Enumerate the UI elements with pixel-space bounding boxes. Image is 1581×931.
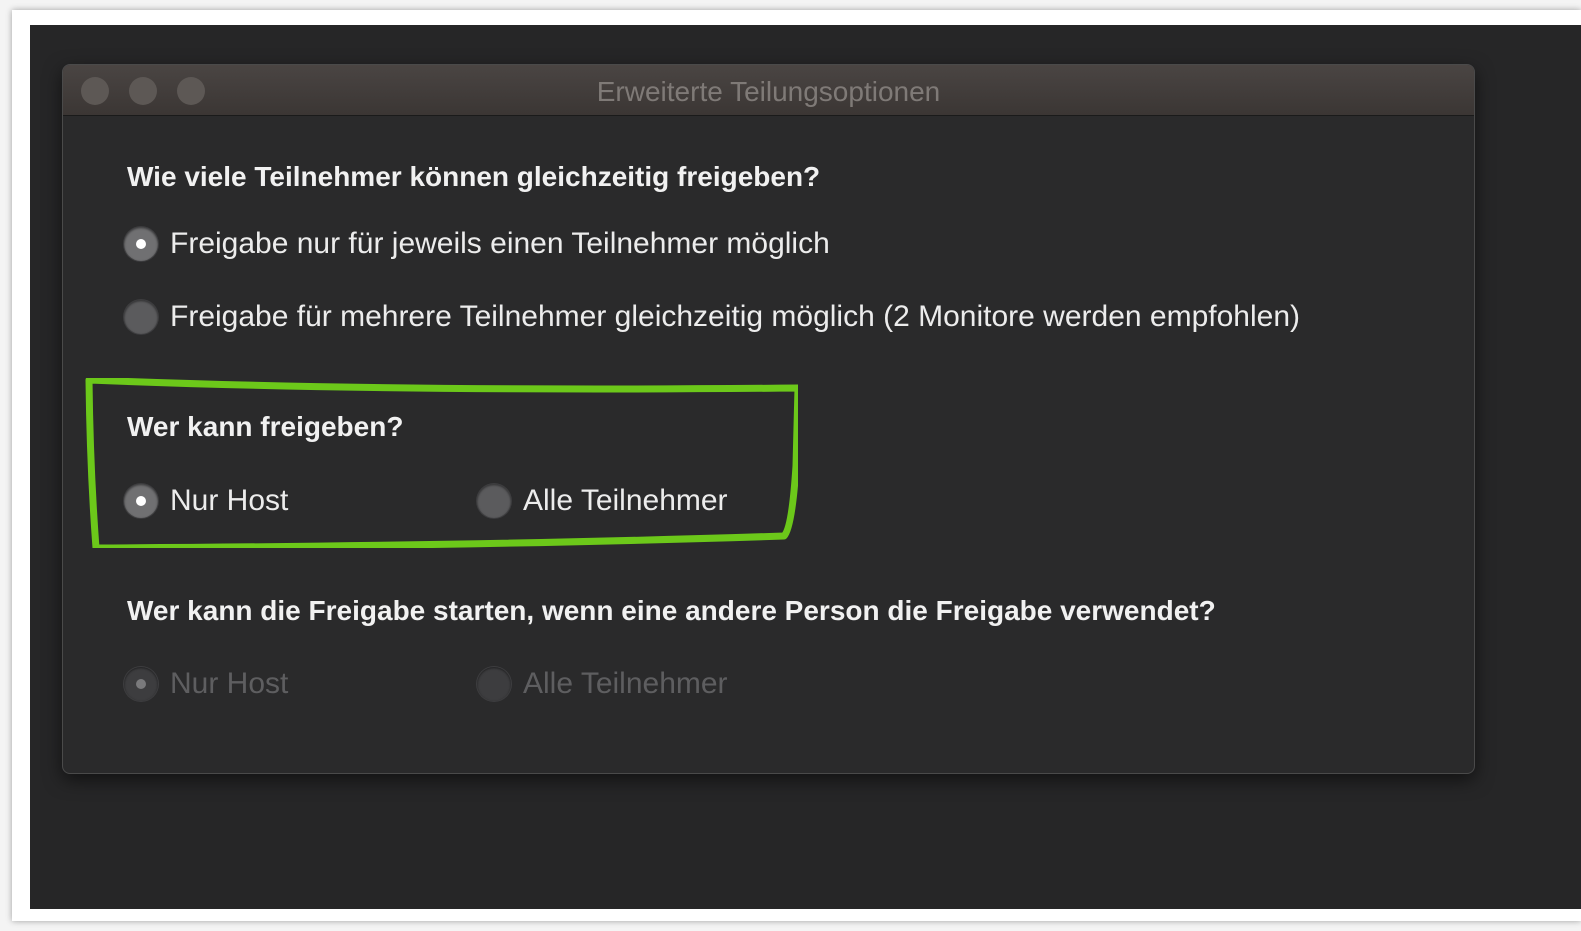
radio-selected-icon xyxy=(124,667,158,701)
titlebar[interactable]: Erweiterte Teilungsoptionen xyxy=(63,65,1474,116)
radio-single-participant-sharing[interactable]: Freigabe nur für jeweils einen Teilnehme… xyxy=(124,227,830,261)
radio-label: Alle Teilnehmer xyxy=(523,484,728,517)
radio-label: Nur Host xyxy=(170,484,289,517)
radio-unselected-icon[interactable] xyxy=(124,300,158,334)
concurrent-sharing-heading: Wie viele Teilnehmer können gleichzeitig… xyxy=(127,161,821,192)
who-can-share-heading: Wer kann freigeben? xyxy=(127,411,404,442)
radio-start-all-participants: Alle Teilnehmer xyxy=(477,667,728,701)
radio-multiple-participants-sharing[interactable]: Freigabe für mehrere Teilnehmer gleichze… xyxy=(124,300,1300,334)
radio-label: Freigabe für mehrere Teilnehmer gleichze… xyxy=(170,300,1300,333)
radio-unselected-icon xyxy=(477,667,511,701)
radio-share-all-participants[interactable]: Alle Teilnehmer xyxy=(477,484,728,518)
advanced-sharing-options-window: Erweiterte Teilungsoptionen Wie viele Te… xyxy=(62,64,1475,774)
radio-label: Nur Host xyxy=(170,667,289,700)
radio-label: Freigabe nur für jeweils einen Teilnehme… xyxy=(170,227,830,260)
radio-label: Alle Teilnehmer xyxy=(523,667,728,700)
radio-selected-icon[interactable] xyxy=(124,227,158,261)
radio-share-host-only[interactable]: Nur Host xyxy=(124,484,288,518)
window-title: Erweiterte Teilungsoptionen xyxy=(596,76,941,107)
radio-unselected-icon[interactable] xyxy=(477,484,511,518)
radio-selected-icon[interactable] xyxy=(124,484,158,518)
who-can-start-sharing-heading: Wer kann die Freigabe starten, wenn eine… xyxy=(127,595,1216,626)
radio-start-host-only: Nur Host xyxy=(124,667,288,701)
